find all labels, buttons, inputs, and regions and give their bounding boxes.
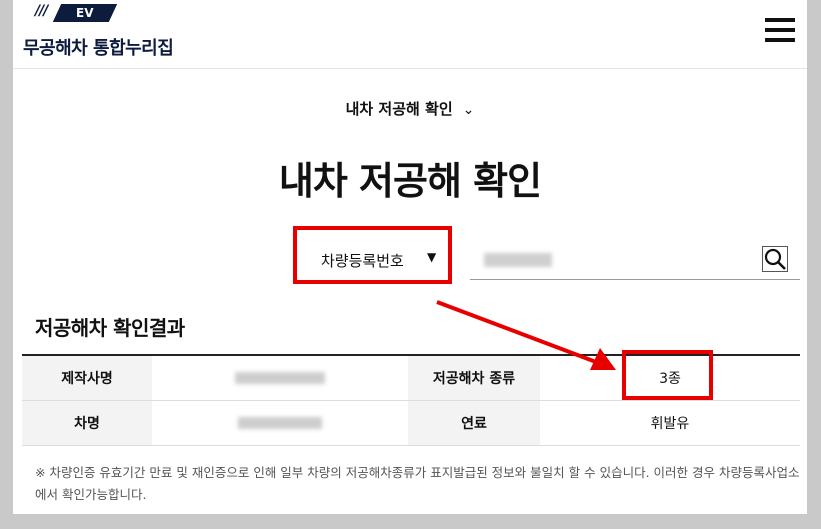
search-type-value: 차량등록번호 (321, 252, 404, 270)
dropdown-arrow-icon: ▼ (427, 250, 437, 264)
table-cell-redacted (152, 400, 408, 446)
notice-text: ※ 차량인증 유효기간 만료 및 재인증으로 인해 일부 차량의 저공해차종류가… (35, 465, 800, 502)
logo-slashes: /// (35, 3, 48, 19)
table-cell-redacted (152, 355, 408, 401)
hamburger-menu-icon[interactable] (765, 18, 795, 44)
table-row: 차명 연료 휘발유 (22, 400, 800, 446)
redacted-value (235, 372, 325, 384)
table-header-cell: 차명 (22, 400, 152, 446)
search-type-select[interactable]: 차량등록번호 ▼ (293, 226, 452, 284)
table-cell: 휘발유 (540, 400, 800, 446)
highlight-box-result (622, 350, 713, 400)
site-title[interactable]: 무공해차 통합누리집 (23, 34, 174, 60)
breadcrumb[interactable]: 내차 저공해 확인 ⌄ (13, 98, 807, 119)
logo-ev-badge: EV (52, 4, 118, 22)
search-button[interactable] (762, 246, 788, 272)
redacted-value (238, 417, 322, 429)
chevron-down-icon: ⌄ (462, 102, 475, 118)
table-header-cell: 제작사명 (22, 355, 152, 401)
logo-ev-text: EV (76, 6, 94, 20)
table-header-cell: 저공해차 종류 (408, 355, 540, 401)
search-icon (764, 248, 786, 270)
logo[interactable]: /// EV (13, 0, 807, 22)
breadcrumb-label: 내차 저공해 확인 (345, 100, 453, 118)
redacted-plate-number (484, 253, 552, 267)
results-title: 저공해차 확인결과 (35, 316, 185, 340)
header-divider (13, 68, 807, 69)
page-title: 내차 저공해 확인 (278, 159, 542, 203)
table-header-cell: 연료 (408, 400, 540, 446)
